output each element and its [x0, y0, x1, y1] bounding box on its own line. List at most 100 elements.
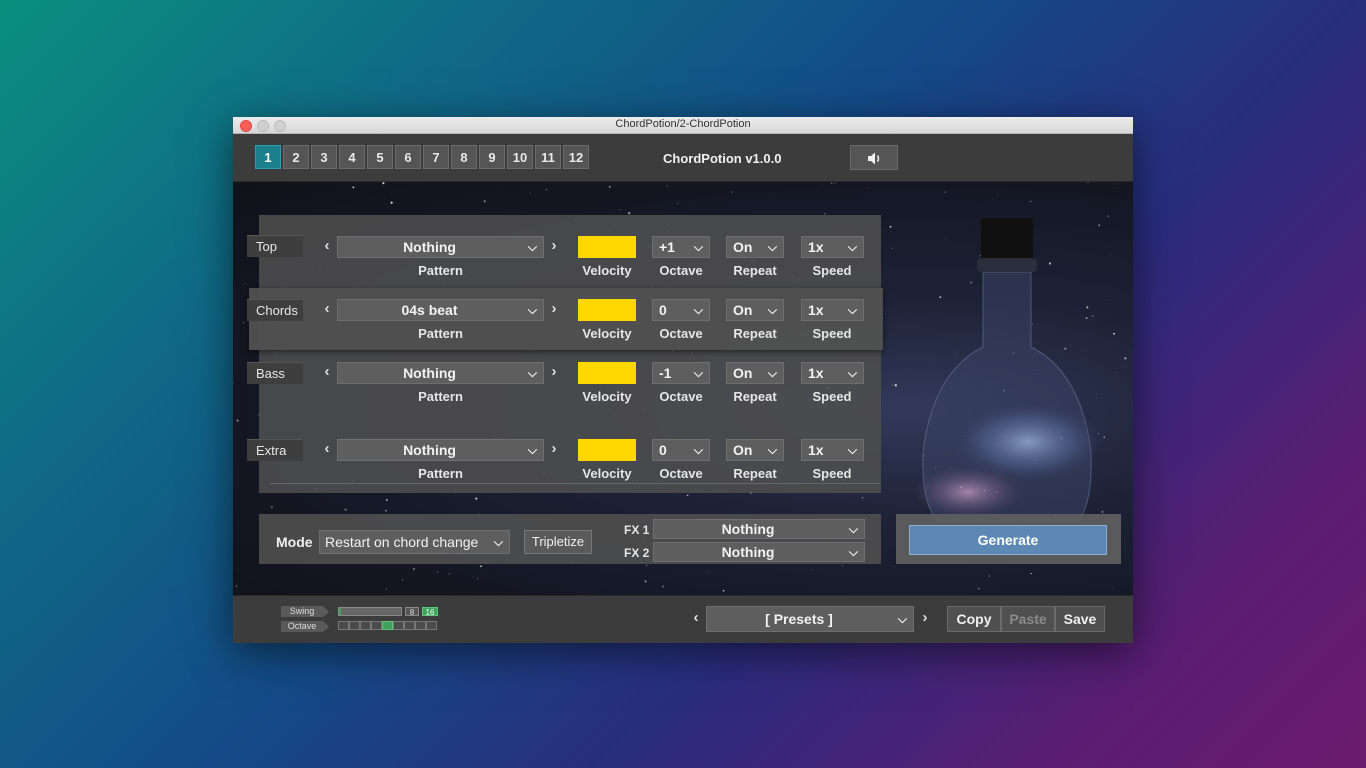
octave-dropdown-extra[interactable]: 0 ⌵: [652, 439, 710, 461]
fx2-dropdown[interactable]: Nothing ⌵: [653, 542, 865, 562]
tripletize-button[interactable]: Tripletize: [524, 530, 592, 554]
next-pattern-arrow-top[interactable]: ›: [547, 237, 561, 254]
pattern-dropdown-extra[interactable]: Nothing ⌵: [337, 439, 544, 461]
pattern-dropdown-chords[interactable]: 04s beat ⌵: [337, 299, 544, 321]
tab-8[interactable]: 8: [451, 145, 477, 169]
prev-pattern-arrow-extra[interactable]: ‹: [320, 440, 334, 457]
repeat-caption-extra: Repeat: [733, 466, 777, 481]
octave-cell[interactable]: [426, 621, 437, 630]
save-button[interactable]: Save: [1055, 606, 1105, 632]
octave-cell[interactable]: [404, 621, 415, 630]
generate-button[interactable]: Generate: [909, 525, 1107, 555]
velocity-swatch-chords[interactable]: [578, 299, 636, 321]
star: [821, 184, 823, 186]
star: [1124, 357, 1127, 360]
octave-cell[interactable]: [349, 621, 360, 630]
tab-2[interactable]: 2: [283, 145, 309, 169]
octave-cell[interactable]: [338, 621, 349, 630]
pattern-dropdown-bass[interactable]: Nothing ⌵: [337, 362, 544, 384]
tab-6[interactable]: 6: [395, 145, 421, 169]
prev-pattern-arrow-top[interactable]: ‹: [320, 237, 334, 254]
window-title: ChordPotion/2-ChordPotion: [615, 118, 751, 130]
fx1-dropdown[interactable]: Nothing ⌵: [653, 519, 865, 539]
repeat-dropdown-top[interactable]: On ⌵: [726, 236, 784, 258]
star: [242, 321, 245, 324]
star: [235, 585, 238, 587]
pattern-dropdown-top[interactable]: Nothing ⌵: [337, 236, 544, 258]
prev-pattern-arrow-chords[interactable]: ‹: [320, 300, 334, 317]
repeat-dropdown-extra[interactable]: On ⌵: [726, 439, 784, 461]
header-bar: 1 2 3 4 5 6 7 8 9 10 11 12 ChordPotion v…: [233, 134, 1133, 182]
octave-dropdown-top[interactable]: +1 ⌵: [652, 236, 710, 258]
row-label-bass: Bass: [247, 362, 303, 384]
star: [1087, 182, 1089, 184]
octave-cell[interactable]: [415, 621, 426, 630]
speed-dropdown-bass[interactable]: 1x ⌵: [801, 362, 864, 384]
slot-tabs: 1 2 3 4 5 6 7 8 9 10 11 12: [255, 145, 591, 169]
swing-8-toggle[interactable]: 8: [405, 607, 419, 617]
tab-1[interactable]: 1: [255, 145, 281, 169]
row-label-top: Top: [247, 235, 303, 257]
octave-caption-chords: Octave: [659, 326, 703, 341]
speed-dropdown-extra[interactable]: 1x ⌵: [801, 439, 864, 461]
swing-slider[interactable]: [338, 607, 402, 616]
repeat-caption-top: Repeat: [733, 263, 777, 278]
next-pattern-arrow-bass[interactable]: ›: [547, 363, 561, 380]
tab-7[interactable]: 7: [423, 145, 449, 169]
tab-10[interactable]: 10: [507, 145, 533, 169]
fx2-label: FX 2: [624, 546, 650, 560]
octave-range-selector[interactable]: [338, 621, 437, 630]
chevron-down-icon: ⌵: [527, 443, 537, 457]
prev-pattern-arrow-bass[interactable]: ‹: [320, 363, 334, 380]
octave-caption-top: Octave: [659, 263, 703, 278]
copy-button[interactable]: Copy: [947, 606, 1001, 632]
preset-actions: Copy Paste Save: [947, 606, 1105, 632]
chevron-down-icon: ⌵: [527, 240, 537, 254]
star: [401, 579, 404, 581]
repeat-dropdown-bass[interactable]: On ⌵: [726, 362, 784, 384]
app-version: ChordPotion v1.0.0: [663, 151, 782, 166]
title-bar: ChordPotion/2-ChordPotion: [233, 117, 1133, 134]
octave-cell[interactable]: [393, 621, 404, 630]
octave-caption-extra: Octave: [659, 466, 703, 481]
star: [413, 568, 415, 570]
repeat-dropdown-chords[interactable]: On ⌵: [726, 299, 784, 321]
swing-16-toggle[interactable]: 16: [422, 607, 438, 617]
fx1-label: FX 1: [624, 523, 650, 537]
tab-3[interactable]: 3: [311, 145, 337, 169]
octave-dropdown-bass[interactable]: -1 ⌵: [652, 362, 710, 384]
presets-dropdown[interactable]: [ Presets ] ⌵: [706, 606, 914, 632]
prev-preset-arrow[interactable]: ‹: [689, 609, 703, 626]
velocity-swatch-bass[interactable]: [578, 362, 636, 384]
mode-dropdown[interactable]: Restart on chord change ⌵: [319, 530, 510, 554]
next-pattern-arrow-chords[interactable]: ›: [547, 300, 561, 317]
next-preset-arrow[interactable]: ›: [918, 609, 932, 626]
velocity-swatch-extra[interactable]: [578, 439, 636, 461]
mute-button[interactable]: [850, 145, 898, 170]
star: [480, 565, 482, 568]
star: [236, 419, 239, 422]
tab-9[interactable]: 9: [479, 145, 505, 169]
octave-dropdown-chords[interactable]: 0 ⌵: [652, 299, 710, 321]
octave-cell[interactable]: [371, 621, 382, 630]
tab-11[interactable]: 11: [535, 145, 561, 169]
speed-caption-top: Speed: [812, 263, 852, 278]
speed-dropdown-top[interactable]: 1x ⌵: [801, 236, 864, 258]
row-divider: [270, 483, 880, 484]
octave-cell-selected[interactable]: [382, 621, 393, 630]
next-pattern-arrow-extra[interactable]: ›: [547, 440, 561, 457]
tab-4[interactable]: 4: [339, 145, 365, 169]
pattern-caption-chords: Pattern: [418, 326, 463, 341]
swing-label: Swing: [281, 606, 323, 617]
star: [661, 585, 665, 588]
chevron-down-icon: ⌵: [847, 240, 857, 254]
chevron-down-icon: ⌵: [527, 366, 537, 380]
paste-button[interactable]: Paste: [1001, 606, 1055, 632]
octave-cell[interactable]: [360, 621, 371, 630]
star: [944, 191, 947, 193]
chevron-down-icon: ⌵: [527, 303, 537, 317]
tab-12[interactable]: 12: [563, 145, 589, 169]
tab-5[interactable]: 5: [367, 145, 393, 169]
velocity-swatch-top[interactable]: [578, 236, 636, 258]
speed-dropdown-chords[interactable]: 1x ⌵: [801, 299, 864, 321]
